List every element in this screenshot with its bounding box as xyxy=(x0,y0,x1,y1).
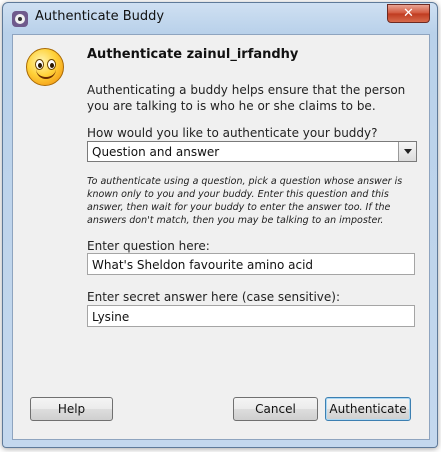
dropdown-arrow-icon[interactable] xyxy=(398,142,416,161)
answer-input-value: Lysine xyxy=(92,310,130,324)
help-button[interactable]: Help xyxy=(30,397,113,421)
answer-input[interactable]: Lysine xyxy=(87,305,415,327)
question-input-value: What's Sheldon favourite amino acid xyxy=(92,258,314,272)
smiley-face-icon xyxy=(26,48,64,86)
answer-label: Enter secret answer here (case sensitive… xyxy=(87,290,340,304)
title-bar[interactable]: Authenticate Buddy ✕ xyxy=(3,3,437,33)
pidgin-app-icon xyxy=(12,11,28,27)
smiley-mouth xyxy=(36,69,56,79)
authenticate-buddy-window: Authenticate Buddy ✕ Authenticate zainul… xyxy=(2,2,438,448)
dialog-heading: Authenticate zainul_irfandhy xyxy=(87,47,299,62)
question-input[interactable]: What's Sheldon favourite amino acid xyxy=(87,253,415,275)
authenticate-button[interactable]: Authenticate xyxy=(325,397,411,421)
cancel-button[interactable]: Cancel xyxy=(233,397,318,421)
method-prompt-label: How would you like to authenticate your … xyxy=(87,126,378,140)
close-button[interactable]: ✕ xyxy=(387,4,430,23)
dialog-body: Authenticate zainul_irfandhy Authenticat… xyxy=(12,34,430,440)
question-label: Enter question here: xyxy=(87,239,210,253)
dialog-description: Authenticating a buddy helps ensure that… xyxy=(87,83,406,113)
auth-method-selected: Question and answer xyxy=(92,145,220,159)
instructions-text: To authenticate using a question, pick a… xyxy=(87,176,403,226)
auth-method-dropdown[interactable]: Question and answer xyxy=(87,141,417,162)
window-title: Authenticate Buddy xyxy=(35,9,165,24)
